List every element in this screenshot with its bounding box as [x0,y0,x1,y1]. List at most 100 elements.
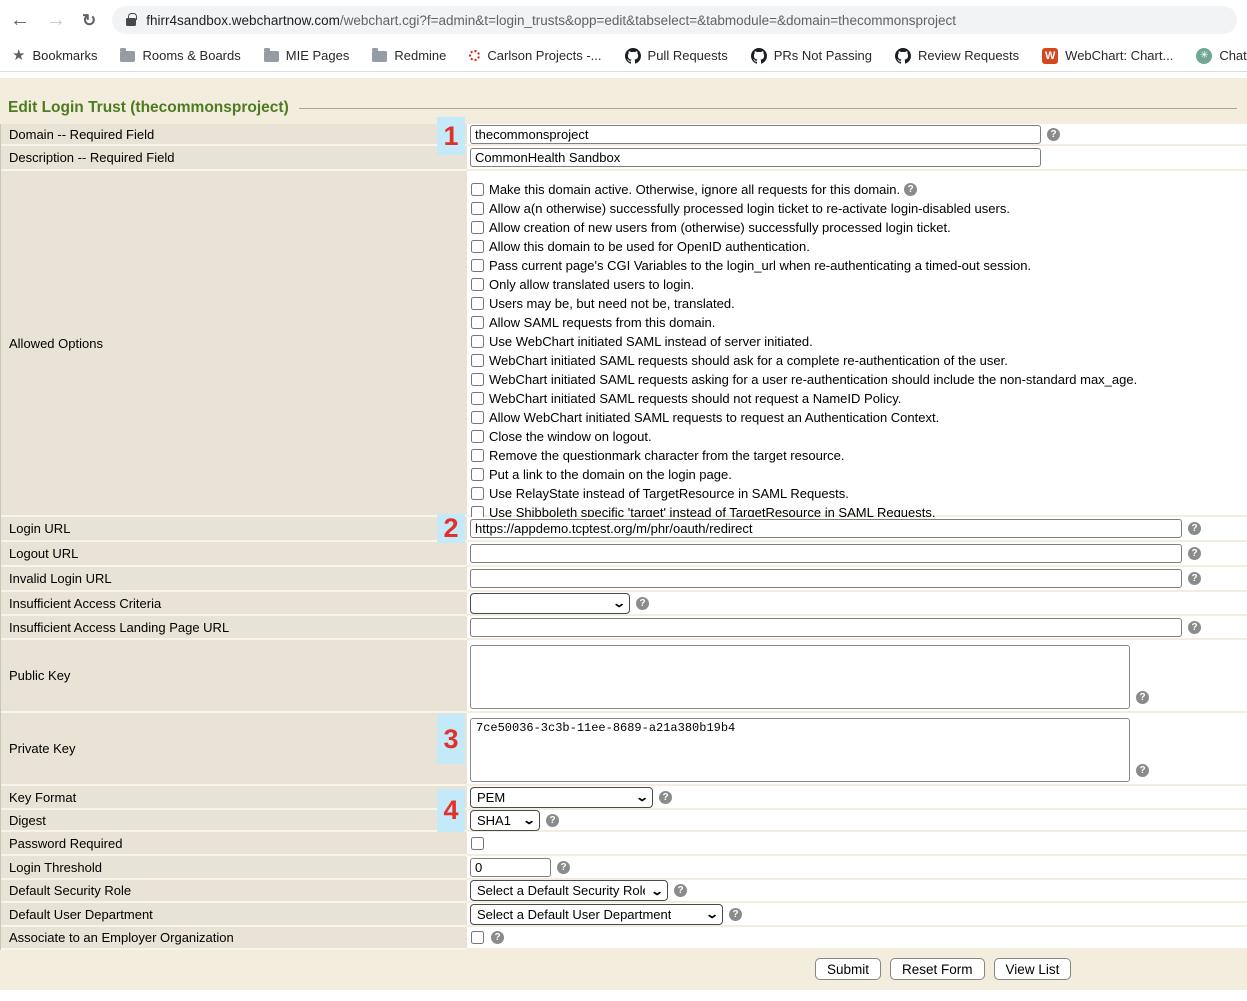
row-insufficient-access-landing: Insufficient Access Landing Page URL ? [1,616,1247,640]
allowed-option-checkbox[interactable] [471,221,484,234]
bookmark-item[interactable]: WWebChart: Chart... [1042,48,1173,64]
login-threshold-input[interactable] [470,858,551,877]
submit-button[interactable]: Submit [815,958,881,980]
allowed-option-checkbox[interactable] [471,449,484,462]
default-user-department-label: Default User Department [1,903,467,927]
back-icon[interactable]: ← [10,10,30,30]
logout-url-input[interactable] [470,544,1182,563]
bookmark-item[interactable]: MIE Pages [264,48,350,63]
row-public-key: Public Key ? [1,640,1247,713]
allowed-option-checkbox[interactable] [471,259,484,272]
help-icon[interactable]: ? [1188,572,1201,585]
insufficient-access-criteria-select[interactable]: ⌄ [470,593,630,614]
private-key-label: Private Key [1,713,467,786]
view-list-button[interactable]: View List [994,958,1072,980]
help-icon[interactable]: ? [636,597,649,610]
url-domain: fhirr4sandbox.webchartnow.com [146,13,340,28]
allowed-option-label: Use WebChart initiated SAML instead of s… [489,334,813,349]
allowed-option-row: Use WebChart initiated SAML instead of s… [470,332,1137,351]
description-input[interactable] [470,148,1041,167]
bookmark-item[interactable]: Pull Requests [625,48,728,64]
reset-form-button[interactable]: Reset Form [890,958,985,980]
chevron-down-icon: ⌄ [604,596,626,610]
bookmark-item[interactable]: Redmine [372,48,446,63]
chevron-down-icon: ⌄ [627,790,649,804]
private-key-textarea[interactable]: 7ce50036-3c3b-11ee-8689-a21a380b19b4 [470,718,1130,782]
allowed-option-label: Close the window on logout. [489,429,652,444]
help-icon[interactable]: ? [557,861,570,874]
url-text: fhirr4sandbox.webchartnow.com/webchart.c… [146,13,956,28]
selected-value: Select a Default User Department [477,907,671,922]
digest-select[interactable]: SHA1 ⌄ [470,810,540,831]
bookmark-item[interactable]: ✳ChatGPT [1196,48,1247,64]
page-bottom-gap [0,990,1247,1001]
allowed-option-row: Allow a(n otherwise) successfully proces… [470,199,1137,218]
allowed-option-label: Only allow translated users to login. [489,277,694,292]
row-password-required: Password Required [1,832,1247,856]
bookmark-item[interactable]: Carlson Projects -... [469,48,601,63]
allowed-option-row: Pass current page's CGI Variables to the… [470,256,1137,275]
login-url-input[interactable] [470,519,1182,538]
bookmark-item[interactable]: ★Bookmarks [12,48,97,63]
help-icon[interactable]: ? [674,884,687,897]
invalid-login-url-input[interactable] [470,569,1182,588]
allowed-option-checkbox[interactable] [471,373,484,386]
allowed-option-label: WebChart initiated SAML requests should … [489,353,1008,368]
key-format-label: Key Format [1,786,467,810]
url-path: /webchart.cgi?f=admin&t=login_trusts&opp… [340,13,956,28]
allowed-option-checkbox[interactable] [471,316,484,329]
help-icon[interactable]: ? [546,814,559,827]
bookmark-item[interactable]: PRs Not Passing [751,48,872,64]
public-key-textarea[interactable] [470,645,1130,709]
allowed-option-checkbox[interactable] [471,240,484,253]
allowed-option-checkbox[interactable] [471,354,484,367]
help-icon[interactable]: ? [1188,522,1201,535]
help-icon[interactable]: ? [729,908,742,921]
address-bar[interactable]: fhirr4sandbox.webchartnow.com/webchart.c… [112,6,1237,34]
allowed-option-row: Put a link to the domain on the login pa… [470,465,1137,484]
reload-icon[interactable]: ↻ [82,12,96,29]
allowed-option-label: Pass current page's CGI Variables to the… [489,258,1031,273]
bookmark-label: Redmine [394,48,446,63]
allowed-option-checkbox[interactable] [471,468,484,481]
default-security-role-select[interactable]: Select a Default Security Role ⌄ [470,880,668,901]
allowed-option-checkbox[interactable] [471,202,484,215]
help-icon[interactable]: ? [1136,764,1149,777]
help-icon[interactable]: ? [659,791,672,804]
logout-url-label: Logout URL [1,542,467,567]
chevron-down-icon: ⌄ [697,907,719,921]
help-icon[interactable]: ? [1188,547,1201,560]
lock-icon[interactable] [126,18,136,26]
bookmark-item[interactable]: Review Requests [895,48,1019,64]
allowed-options-list: Make this domain active. Otherwise, igno… [470,176,1137,522]
allowed-option-checkbox[interactable] [471,297,484,310]
allowed-option-checkbox[interactable] [471,430,484,443]
help-icon[interactable]: ? [1047,128,1060,141]
help-icon[interactable]: ? [1136,691,1149,704]
insufficient-access-landing-input[interactable] [470,618,1182,637]
allowed-option-label: Put a link to the domain on the login pa… [489,467,732,482]
allowed-option-checkbox[interactable] [471,278,484,291]
help-icon[interactable]: ? [904,183,917,196]
allowed-option-row: Use RelayState instead of TargetResource… [470,484,1137,503]
bookmark-item[interactable]: Rooms & Boards [120,48,240,63]
forward-icon[interactable]: → [46,10,66,30]
digest-label: Digest [1,810,467,832]
allowed-option-checkbox[interactable] [471,411,484,424]
help-icon[interactable]: ? [491,931,504,944]
domain-input[interactable] [470,125,1041,144]
allowed-option-checkbox[interactable] [471,392,484,405]
allowed-option-checkbox[interactable] [471,487,484,500]
allowed-option-row: Users may be, but need not be, translate… [470,294,1137,313]
browser-toolbar: ← → ↻ fhirr4sandbox.webchartnow.com/webc… [0,0,1247,40]
default-user-department-select[interactable]: Select a Default User Department ⌄ [470,904,723,925]
allowed-option-label: Users may be, but need not be, translate… [489,296,735,311]
allowed-option-checkbox[interactable] [471,183,484,196]
allowed-option-checkbox[interactable] [471,335,484,348]
key-format-select[interactable]: PEM ⌄ [470,787,653,808]
help-icon[interactable]: ? [1188,621,1201,634]
associate-employer-org-checkbox[interactable] [471,931,484,944]
bookmarks-bar: ★Bookmarks Rooms & Boards MIE Pages Redmine… [0,40,1247,72]
password-required-checkbox[interactable] [471,837,484,850]
allowed-option-row: Make this domain active. Otherwise, igno… [470,180,1137,199]
